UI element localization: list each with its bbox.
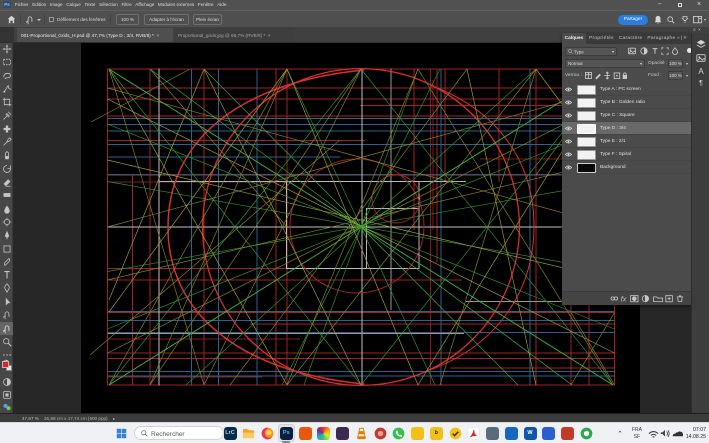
svg-text:fx: fx	[621, 296, 627, 303]
